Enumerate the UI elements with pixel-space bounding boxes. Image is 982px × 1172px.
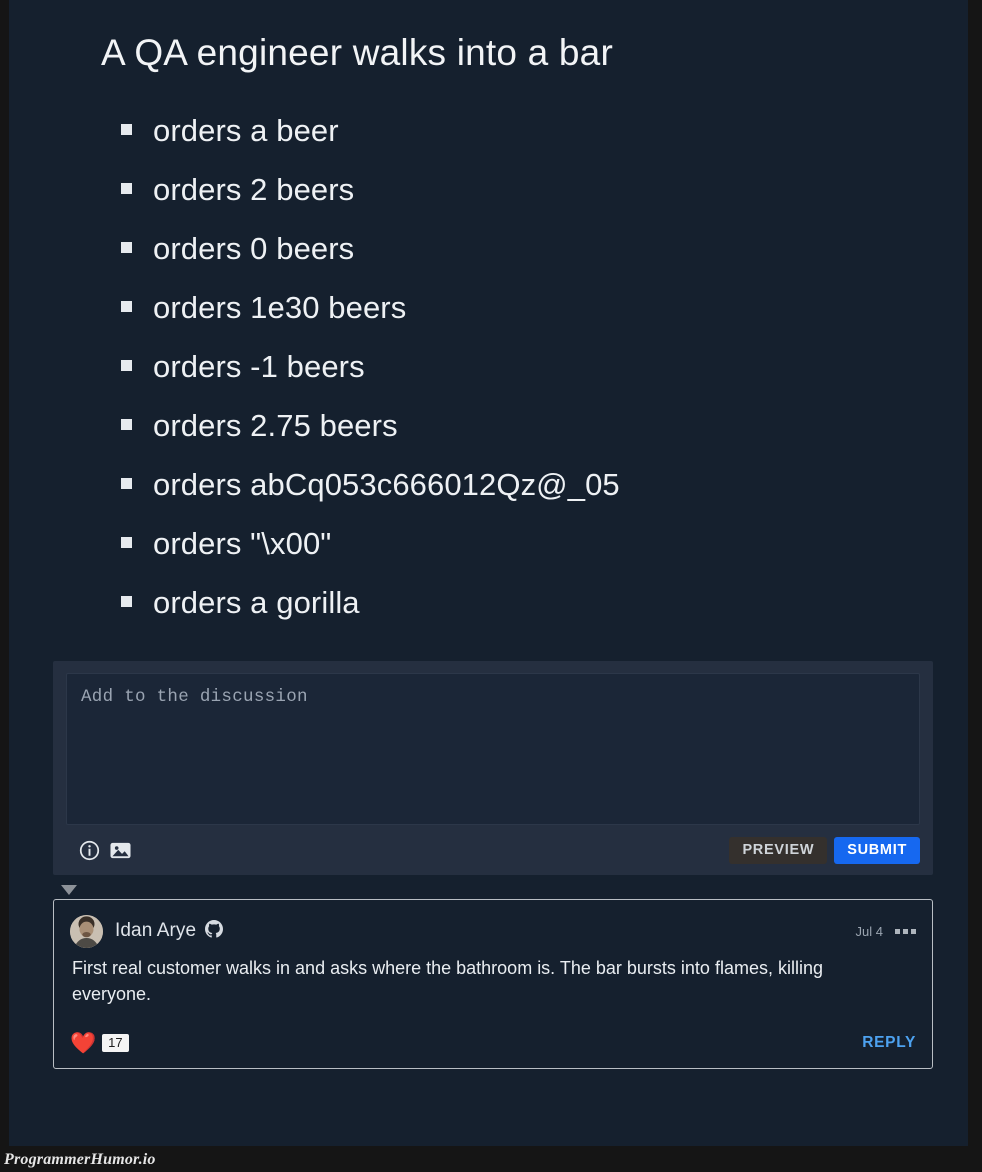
list-item-label: orders 2 beers bbox=[153, 172, 355, 208]
watermark-bar: ProgrammerHumor.io bbox=[0, 1146, 982, 1172]
comment-timestamp: Jul 4 bbox=[855, 923, 883, 939]
square-bullet-icon bbox=[121, 596, 132, 608]
list-item-label: orders 1e30 beers bbox=[153, 290, 407, 326]
submit-button[interactable]: SUBMIT bbox=[834, 836, 920, 864]
image-icon[interactable] bbox=[109, 840, 132, 861]
left-gutter bbox=[0, 0, 9, 1172]
comment-author-name[interactable]: Idan Arye bbox=[115, 920, 196, 942]
screenshot-root: A QA engineer walks into a bar orders a … bbox=[0, 0, 982, 1172]
reaction-count: 17 bbox=[102, 1034, 129, 1053]
list-item: orders 0 beers bbox=[9, 230, 968, 289]
comment-composer: Add to the discussion PREVIEW SUBMIT bbox=[53, 661, 933, 876]
list-item: orders -1 beers bbox=[9, 348, 968, 407]
list-item-label: orders a beer bbox=[153, 113, 339, 149]
square-bullet-icon bbox=[121, 183, 132, 195]
site-watermark: ProgrammerHumor.io bbox=[4, 1151, 156, 1168]
heart-icon: ❤️ bbox=[70, 1031, 97, 1055]
list-item: orders 2.75 beers bbox=[9, 407, 968, 466]
right-gutter bbox=[968, 0, 982, 1172]
list-item: orders a gorilla bbox=[9, 584, 968, 643]
kebab-menu-icon[interactable] bbox=[895, 928, 916, 934]
comment-input[interactable]: Add to the discussion bbox=[66, 673, 920, 826]
list-item: orders abCq053c666012Qz@_05 bbox=[9, 466, 968, 525]
list-item: orders a beer bbox=[9, 112, 968, 171]
square-bullet-icon bbox=[121, 242, 132, 254]
comment-footer: ❤️ 17 REPLY bbox=[70, 1028, 916, 1058]
list-item-label: orders "\x00" bbox=[153, 526, 332, 562]
composer-tools bbox=[66, 840, 132, 861]
heart-reaction[interactable]: ❤️ 17 bbox=[70, 1033, 129, 1054]
reply-button[interactable]: REPLY bbox=[862, 1034, 916, 1052]
square-bullet-icon bbox=[121, 478, 132, 490]
post-page: A QA engineer walks into a bar orders a … bbox=[9, 0, 968, 1146]
comment-body-text: First real customer walks in and asks wh… bbox=[72, 958, 823, 1004]
page-title: A QA engineer walks into a bar bbox=[101, 32, 613, 73]
comment-meta: Jul 4 bbox=[856, 924, 916, 939]
list-item-label: orders a gorilla bbox=[153, 585, 360, 621]
square-bullet-icon bbox=[121, 360, 132, 372]
square-bullet-icon bbox=[121, 124, 132, 136]
list-item: orders "\x00" bbox=[9, 525, 968, 584]
joke-bullet-list: orders a beer orders 2 beers orders 0 be… bbox=[9, 76, 968, 643]
list-item-label: orders 0 beers bbox=[153, 231, 355, 267]
square-bullet-icon bbox=[121, 301, 132, 313]
comment-header: Idan Arye Jul 4 bbox=[70, 913, 916, 949]
square-bullet-icon bbox=[121, 419, 132, 431]
list-item-label: orders 2.75 beers bbox=[153, 408, 398, 444]
list-item: orders 1e30 beers bbox=[9, 289, 968, 348]
avatar[interactable] bbox=[70, 914, 103, 948]
composer-toolbar: PREVIEW SUBMIT bbox=[66, 836, 920, 864]
preview-button[interactable]: PREVIEW bbox=[729, 836, 828, 864]
square-bullet-icon bbox=[121, 537, 132, 549]
github-icon bbox=[205, 919, 224, 943]
list-item-label: orders -1 beers bbox=[153, 349, 365, 385]
comment-card: Idan Arye Jul 4 First real customer walk… bbox=[53, 899, 933, 1070]
list-item-label: orders abCq053c666012Qz@_05 bbox=[153, 467, 620, 503]
composer-actions: PREVIEW SUBMIT bbox=[729, 836, 920, 864]
chevron-down-icon[interactable] bbox=[61, 885, 77, 896]
info-icon[interactable] bbox=[79, 840, 100, 861]
list-item: orders 2 beers bbox=[9, 171, 968, 230]
